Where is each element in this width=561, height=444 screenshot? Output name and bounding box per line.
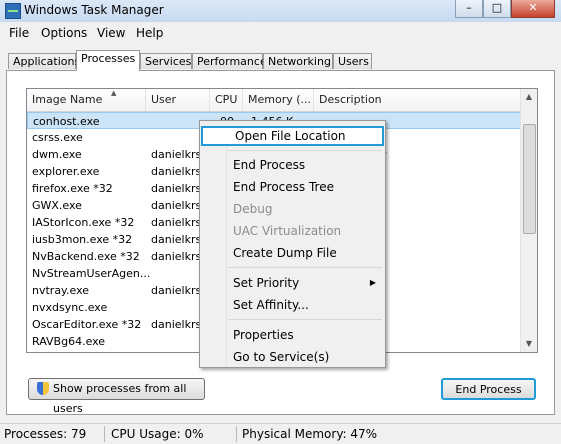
menu-separator bbox=[228, 319, 382, 320]
process-image-name: nvxdsync.exe bbox=[32, 301, 108, 314]
close-button[interactable]: ✕ bbox=[511, 0, 555, 18]
minimize-button[interactable]: – bbox=[455, 0, 483, 18]
column-image-name-label: Image Name bbox=[32, 93, 103, 106]
task-manager-window: Windows Task Manager – □ ✕ File Options … bbox=[0, 0, 561, 444]
window-title: Windows Task Manager bbox=[24, 3, 164, 17]
maximize-button[interactable]: □ bbox=[483, 0, 511, 18]
uac-shield-icon bbox=[37, 382, 49, 395]
menu-item-go-to-service[interactable]: Go to Service(s) bbox=[201, 347, 384, 367]
status-cpu-usage: CPU Usage: 0% bbox=[111, 427, 204, 441]
tab-performance[interactable]: Performance bbox=[192, 53, 267, 69]
tab-users[interactable]: Users bbox=[333, 53, 372, 69]
show-all-users-button[interactable]: Show processes from all users bbox=[28, 378, 205, 415]
column-memory[interactable]: Memory (... bbox=[243, 89, 314, 111]
menu-view[interactable]: View bbox=[97, 26, 125, 40]
menu-item-uac-virtualization: UAC Virtualization bbox=[233, 224, 342, 238]
title-bar[interactable]: Windows Task Manager – □ ✕ bbox=[0, 0, 561, 22]
menu-item-set-affinity[interactable]: Set Affinity... bbox=[201, 295, 384, 315]
process-image-name: OscarEditor.exe *32 bbox=[32, 318, 142, 331]
process-image-name: RAVBg64.exe bbox=[32, 335, 106, 348]
status-physical-memory: Physical Memory: 47% bbox=[242, 427, 378, 441]
process-image-name: GWX.exe bbox=[32, 199, 82, 212]
process-image-name: explorer.exe bbox=[32, 165, 100, 178]
menu-item-end-process-tree[interactable]: End Process Tree bbox=[201, 177, 384, 197]
set-priority-label: Set Priority bbox=[233, 276, 300, 290]
scroll-up-icon[interactable]: ▲ bbox=[521, 89, 537, 105]
process-image-name: iusb3mon.exe *32 bbox=[32, 233, 133, 246]
column-description[interactable]: Description bbox=[314, 89, 523, 111]
scroll-down-icon[interactable]: ▼ bbox=[521, 336, 537, 352]
menu-item-set-priority[interactable]: Set Priority ▶ bbox=[201, 273, 384, 293]
process-image-name: csrss.exe bbox=[32, 131, 83, 144]
context-menu: Open File Location End Process End Proce… bbox=[199, 120, 386, 368]
process-image-name: NvBackend.exe *32 bbox=[32, 250, 140, 263]
scroll-thumb[interactable] bbox=[523, 124, 536, 234]
menu-separator bbox=[228, 267, 382, 268]
task-manager-icon bbox=[5, 3, 21, 19]
status-divider bbox=[104, 426, 105, 442]
process-image-name: NvStreamUserAgen... bbox=[32, 267, 150, 280]
submenu-arrow-icon: ▶ bbox=[369, 278, 376, 287]
process-image-name: conhost.exe bbox=[33, 115, 100, 128]
end-process-button[interactable]: End Process bbox=[441, 378, 536, 400]
process-image-name: dwm.exe bbox=[32, 148, 82, 161]
menu-bar: File Options View Help bbox=[0, 24, 561, 43]
menu-help[interactable]: Help bbox=[136, 26, 163, 40]
column-header: Image Name ▲ User Name CPU Memory (... D… bbox=[27, 89, 523, 128]
process-image-name: firefox.exe *32 bbox=[32, 182, 113, 195]
menu-item-properties[interactable]: Properties bbox=[201, 325, 384, 345]
menu-file[interactable]: File bbox=[9, 26, 29, 40]
menu-item-debug: Debug bbox=[233, 202, 273, 216]
vertical-scrollbar[interactable]: ▲ ▼ bbox=[520, 89, 537, 352]
process-image-name: nvtray.exe bbox=[32, 284, 90, 297]
status-divider bbox=[236, 426, 237, 442]
tab-services[interactable]: Services bbox=[140, 53, 192, 69]
menu-item-end-process[interactable]: End Process bbox=[201, 155, 384, 175]
tab-processes[interactable]: Processes bbox=[76, 50, 140, 71]
column-image-name[interactable]: Image Name bbox=[27, 89, 146, 111]
tab-applications[interactable]: Applications bbox=[8, 53, 80, 69]
sort-ascending-icon: ▲ bbox=[111, 89, 117, 97]
column-cpu[interactable]: CPU bbox=[210, 89, 243, 111]
status-processes: Processes: 79 bbox=[4, 427, 87, 441]
column-user-name[interactable]: User Name bbox=[146, 89, 210, 128]
menu-item-open-file-location[interactable]: Open File Location bbox=[201, 126, 384, 146]
tab-networking[interactable]: Networking bbox=[263, 53, 333, 69]
menu-item-create-dump-file[interactable]: Create Dump File bbox=[201, 243, 384, 263]
window-controls: – □ ✕ bbox=[455, 0, 555, 18]
process-image-name: IAStorIcon.exe *32 bbox=[32, 216, 135, 229]
status-bar: Processes: 79 CPU Usage: 0% Physical Mem… bbox=[0, 423, 561, 444]
menu-options[interactable]: Options bbox=[41, 26, 87, 40]
menu-separator bbox=[228, 150, 382, 151]
